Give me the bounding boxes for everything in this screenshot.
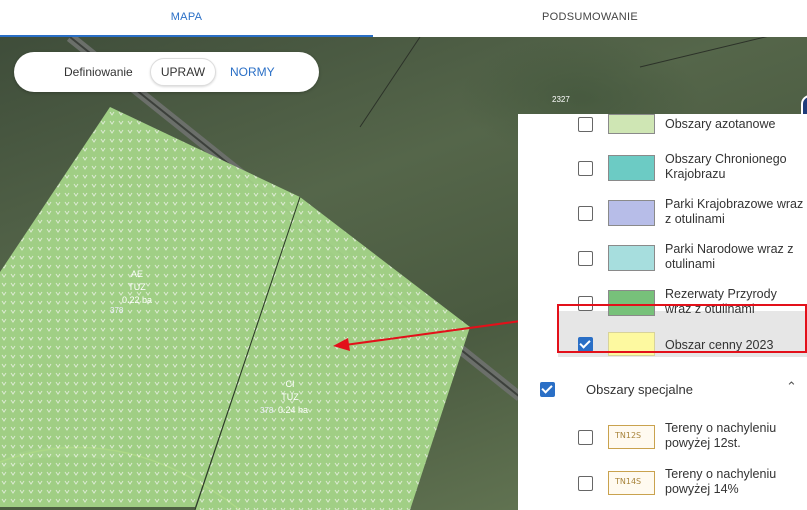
slope-symbol-label: TN12S <box>615 431 642 440</box>
layer-row[interactable]: Parki Krajobrazowe wraz z otulinami <box>518 195 807 231</box>
slope-symbol-icon: TN12S <box>608 425 655 449</box>
layer-checkbox[interactable] <box>578 161 593 176</box>
parcel-ci-use: TUZ <box>281 392 299 402</box>
layer-label: Obszary Chronionego Krajobrazu <box>665 152 787 181</box>
slope-symbol-icon: TN14S <box>608 471 655 495</box>
special-layer-row[interactable]: TN12S Tereny o nachyleniu powyżej 12st. <box>518 419 807 455</box>
parcel-ae-use: TUZ <box>128 282 146 292</box>
layer-row[interactable]: Obszary azotanowe <box>518 114 807 136</box>
map-label: 2327 <box>552 95 570 104</box>
special-section-header[interactable]: Obszary specjalne ⌃ <box>518 365 807 413</box>
layer-label: Obszary azotanowe <box>665 117 776 131</box>
layer-checkbox[interactable] <box>578 117 593 132</box>
parcel-ci-number: 378 <box>260 406 274 415</box>
chevron-up-icon[interactable]: ⌃ <box>786 379 797 395</box>
special-section-checkbox[interactable] <box>540 382 555 397</box>
layer-swatch <box>608 114 655 134</box>
tab-map[interactable]: MAPA <box>0 0 373 37</box>
parcel-ae-code: AE <box>131 269 143 279</box>
layer-checkbox[interactable] <box>578 476 593 491</box>
layer-row[interactable]: Parki Narodowe wraz z otulinami <box>518 240 807 276</box>
layer-label: Parki Krajobrazowe wraz z otulinami <box>665 197 804 226</box>
parcel-ae-number: 378 <box>110 306 124 315</box>
special-section-label: Obszary specjalne <box>586 382 693 397</box>
norms-button[interactable]: NORMY <box>230 65 275 79</box>
layer-swatch <box>608 155 655 181</box>
slope-symbol-label: TN14S <box>615 477 642 486</box>
layer-checkbox[interactable] <box>578 251 593 266</box>
parcel-ci-area: 0.24 ha <box>278 405 308 415</box>
layer-checkbox[interactable] <box>578 430 593 445</box>
crops-button[interactable]: UPRAW <box>150 58 216 86</box>
parcel-ci-code: CI <box>286 379 295 389</box>
parcel-ae-area: 0.22 ba <box>122 295 152 305</box>
layer-swatch <box>608 200 655 226</box>
layer-checkbox[interactable] <box>578 206 593 221</box>
define-toolbar: Definiowanie UPRAW NORMY <box>14 52 319 92</box>
layer-row[interactable]: Obszary Chronionego Krajobrazu <box>518 150 807 186</box>
special-layer-label: Tereny o nachyleniu powyżej 12st. <box>665 421 777 450</box>
layer-label: Parki Narodowe wraz z otulinami <box>665 242 794 271</box>
tab-bar: MAPA PODSUMOWANIE <box>0 0 807 37</box>
highlight-box <box>557 304 807 353</box>
special-layer-row[interactable]: TN14S Tereny o nachyleniu powyżej 14% <box>518 465 807 501</box>
layer-swatch <box>608 245 655 271</box>
tab-summary[interactable]: PODSUMOWANIE <box>373 0 807 37</box>
field-line-2 <box>639 37 768 68</box>
field-line-1 <box>359 37 421 128</box>
define-label: Definiowanie <box>64 65 133 79</box>
special-layer-label: Tereny o nachyleniu powyżej 14% <box>665 467 777 496</box>
